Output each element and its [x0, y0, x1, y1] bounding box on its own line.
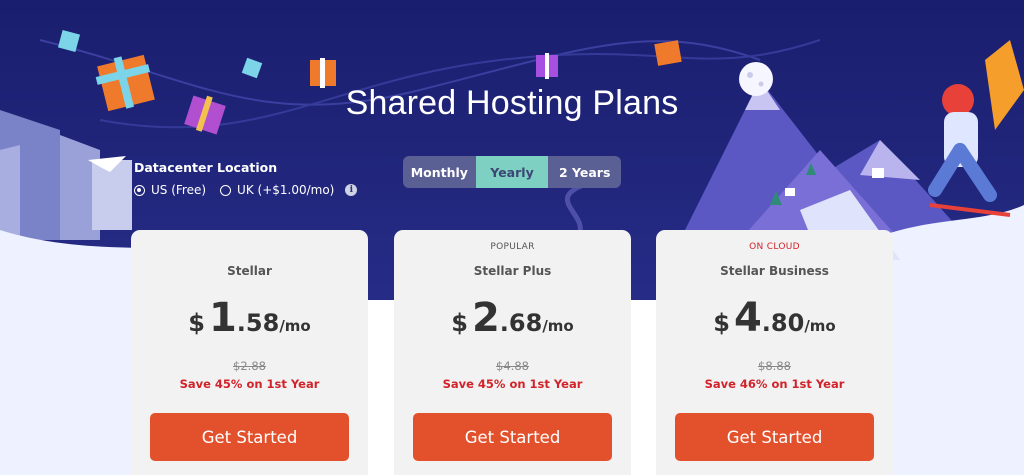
plan-price: $ 1 .58 /mo	[131, 298, 368, 338]
toggle-monthly[interactable]: Monthly	[403, 156, 476, 188]
price-integer: 2	[471, 295, 500, 341]
plan-price: $ 2 .68 /mo	[394, 298, 631, 338]
plan-card-stellar: Stellar $ 1 .58 /mo $2.88 Save 45% on 1s…	[131, 230, 368, 475]
price-currency: $	[188, 309, 205, 337]
plan-price: $ 4 .80 /mo	[656, 298, 893, 338]
price-currency: $	[713, 309, 730, 337]
plan-name: Stellar Plus	[473, 264, 552, 278]
radio-unselected-icon	[220, 184, 232, 196]
price-unit: /mo	[542, 317, 574, 335]
plan-badge: POPULAR	[490, 242, 535, 252]
toggle-yearly[interactable]: Yearly	[475, 156, 549, 188]
get-started-button[interactable]: Get Started	[413, 413, 612, 461]
plan-name: Stellar	[227, 264, 272, 278]
get-started-button[interactable]: Get Started	[675, 413, 874, 461]
radio-selected-icon	[134, 184, 145, 196]
billing-period-toggle: Monthly Yearly 2 Years	[403, 156, 621, 188]
price-currency: $	[451, 309, 468, 337]
old-price: $4.88	[496, 359, 529, 373]
price-integer: 4	[733, 295, 762, 341]
price-decimal: .80	[761, 309, 805, 337]
price-unit: /mo	[279, 317, 311, 335]
save-text: Save 45% on 1st Year	[442, 377, 583, 391]
hero-banner: Shared Hosting Plans Datacenter Location…	[0, 0, 1024, 475]
page-title: Shared Hosting Plans	[345, 84, 679, 122]
price-decimal: .58	[236, 309, 280, 337]
old-price: $2.88	[233, 359, 266, 373]
radio-uk-label: UK (+$1.00/mo)	[237, 183, 335, 197]
save-text: Save 46% on 1st Year	[704, 377, 845, 391]
info-icon[interactable]: i	[345, 184, 358, 196]
plan-badge: ON CLOUD	[749, 242, 800, 252]
old-price: $8.88	[758, 359, 791, 373]
save-text: Save 45% on 1st Year	[179, 377, 320, 391]
radio-uk[interactable]: UK (+$1.00/mo) i	[220, 183, 358, 197]
datacenter-location: Datacenter Location US (Free) UK (+$1.00…	[134, 160, 358, 197]
radio-us-label: US (Free)	[151, 183, 207, 197]
plan-card-stellar-business: ON CLOUD Stellar Business $ 4 .80 /mo $8…	[656, 230, 893, 475]
price-unit: /mo	[804, 317, 836, 335]
toggle-2-years[interactable]: 2 Years	[548, 156, 621, 188]
plan-name: Stellar Business	[720, 264, 829, 278]
price-decimal: .68	[499, 309, 543, 337]
radio-us[interactable]: US (Free)	[134, 183, 206, 197]
get-started-button[interactable]: Get Started	[150, 413, 349, 461]
plan-card-stellar-plus: POPULAR Stellar Plus $ 2 .68 /mo $4.88 S…	[394, 230, 631, 475]
price-integer: 1	[208, 295, 237, 341]
datacenter-title: Datacenter Location	[134, 160, 278, 175]
